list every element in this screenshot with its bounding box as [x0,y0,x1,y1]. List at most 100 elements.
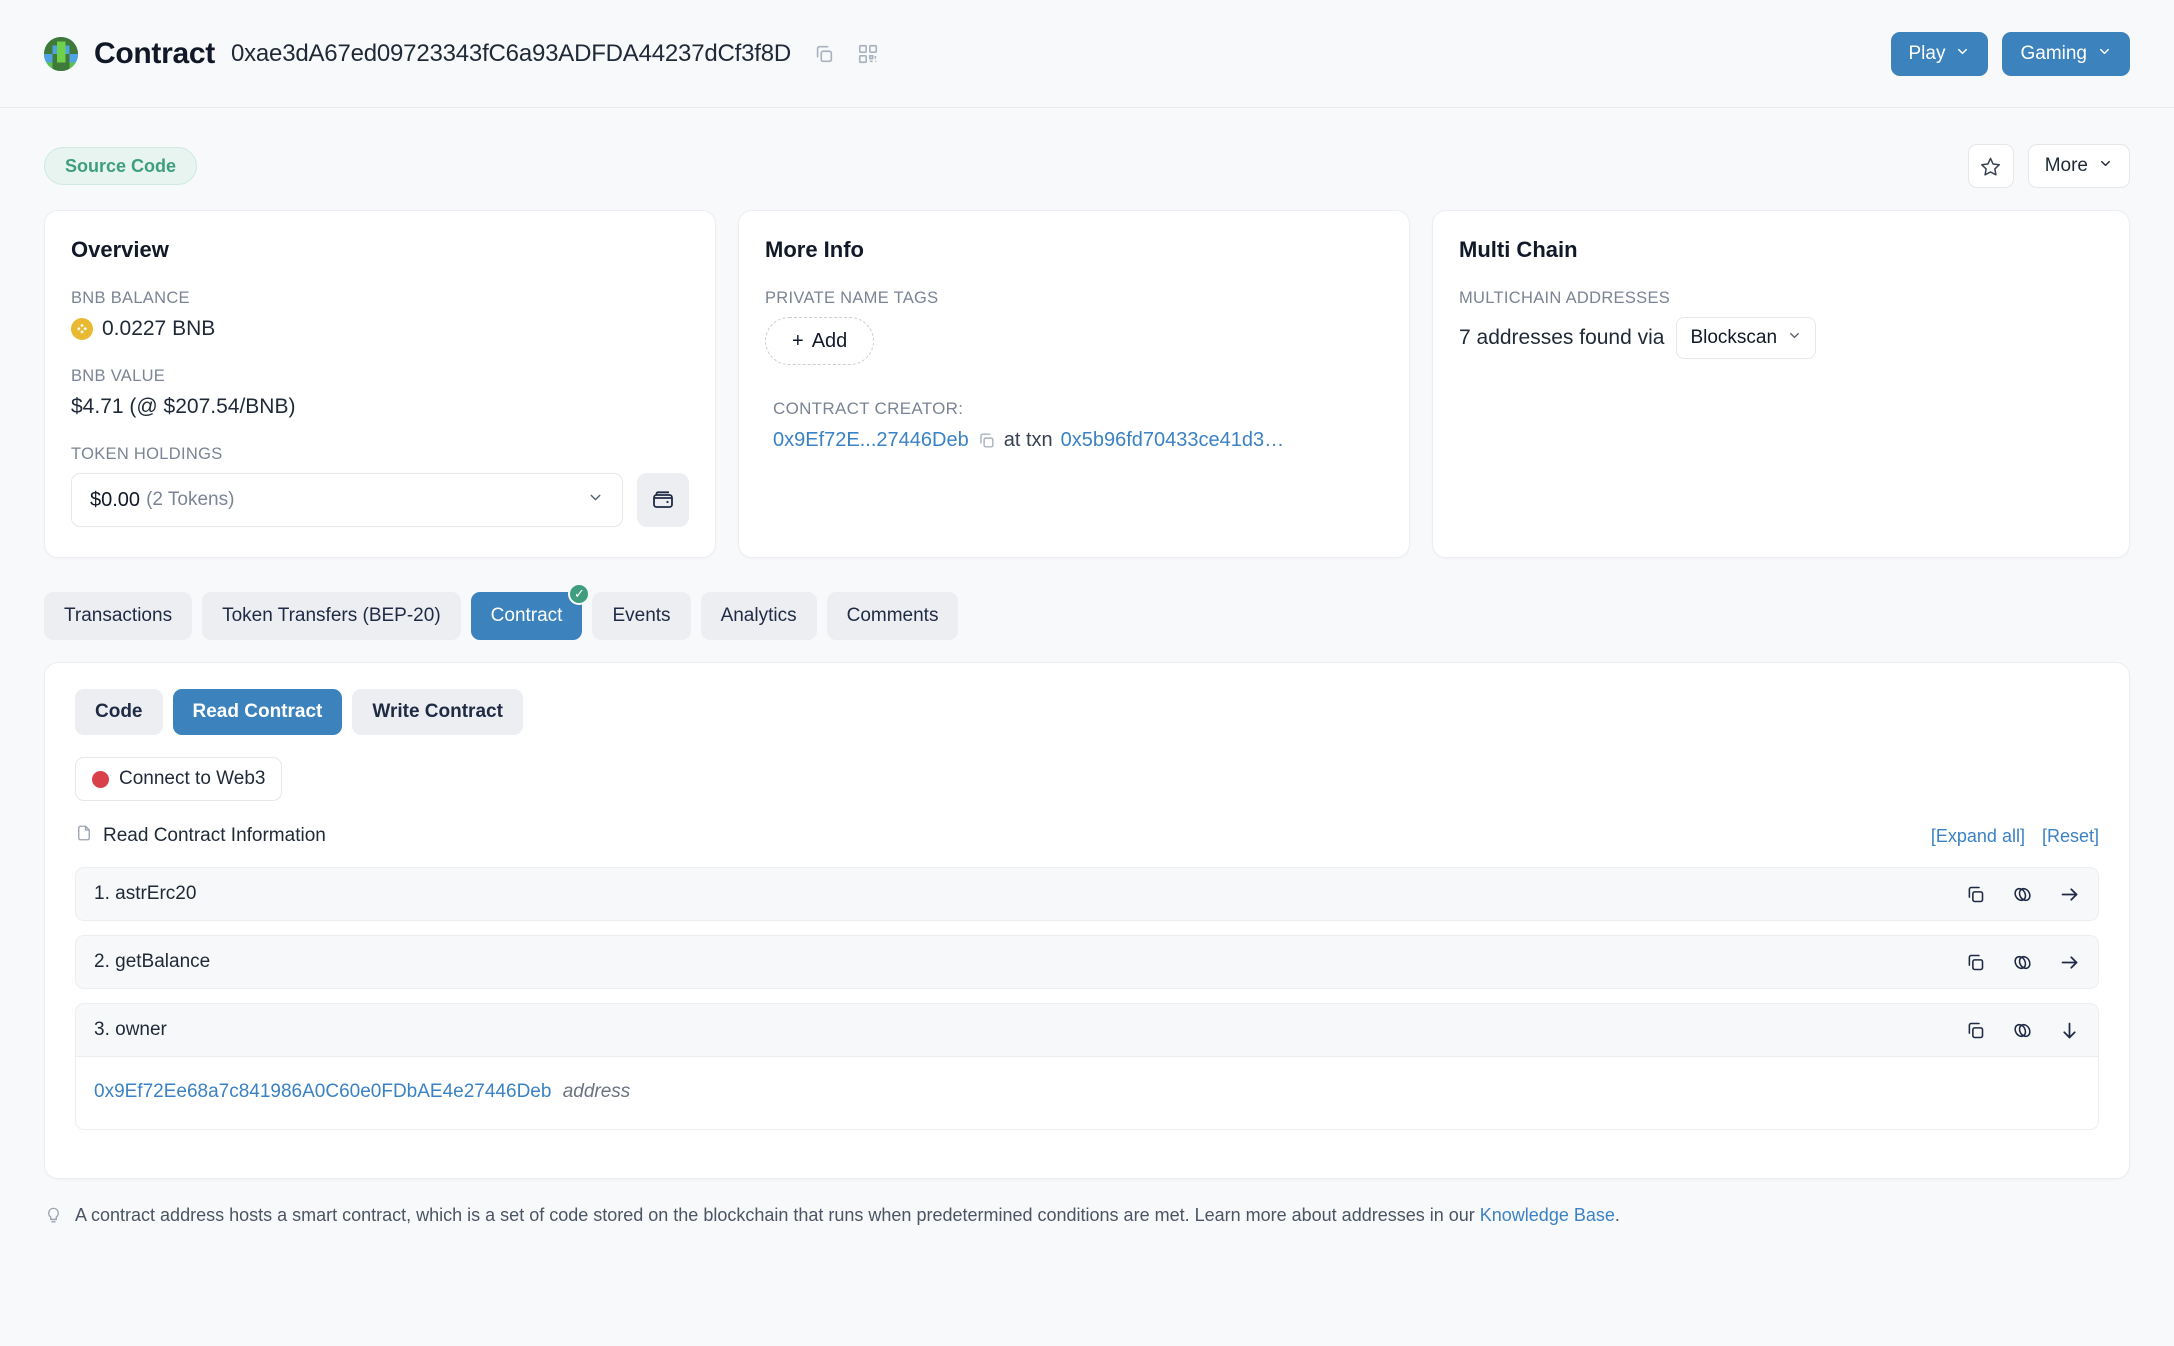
function-result-owner: 0x9Ef72Ee68a7c841986A0C60e0FDbAE4e27446D… [75,1057,2099,1130]
source-code-badge[interactable]: Source Code [44,147,198,185]
tab-analytics[interactable]: Analytics [700,592,817,640]
knowledge-base-link[interactable]: Knowledge Base [1480,1205,1615,1225]
read-contract-information-row: Read Contract Information [Expand all] [… [75,823,2099,849]
page-footer: A contract address hosts a smart contrac… [0,1179,2174,1226]
contract-creator-label: CONTRACT CREATOR: [773,399,964,418]
page-header: Contract 0xae3dA67ed09723343fC6a93ADFDA4… [0,0,2174,108]
contract-subtabs: Code Read Contract Write Contract [75,689,2099,735]
chevron-down-icon [2098,155,2113,177]
footer-text: A contract address hosts a smart contrac… [75,1205,1620,1226]
multi-chain-card: Multi Chain MULTICHAIN ADDRESSES 7 addre… [1432,210,2130,558]
bnb-value-value: $4.71 (@ $207.54/BNB) [71,395,296,418]
link-icon[interactable] [2012,884,2033,905]
provider-label: Blockscan [1690,327,1778,348]
connect-to-web3-label: Connect to Web3 [119,768,266,789]
plus-icon: + [792,329,804,352]
verified-check-icon: ✓ [568,583,591,605]
gaming-button-label: Gaming [2020,42,2087,64]
contract-address: 0xae3dA67ed09723343fC6a93ADFDA44237dCf3f… [230,39,791,67]
owner-address-link[interactable]: 0x9Ef72Ee68a7c841986A0C60e0FDbAE4e27446D… [94,1081,551,1102]
function-name: 1. astrErc20 [94,883,197,904]
link-icon[interactable] [2012,1020,2033,1041]
more-info-title: More Info [765,237,864,262]
tab-token-transfers[interactable]: Token Transfers (BEP-20) [202,592,461,640]
footer-description: A contract address hosts a smart contrac… [75,1205,1480,1225]
arrow-right-icon[interactable] [2059,884,2080,905]
function-header-getbalance[interactable]: 2. getBalance [75,935,2099,989]
owner-result-type: address [562,1081,631,1102]
add-button-label: Add [811,329,848,352]
play-button[interactable]: Play [1890,31,1989,76]
bnb-value-label: BNB VALUE [71,367,166,385]
copy-icon[interactable] [1965,884,1986,905]
overview-title: Overview [71,237,169,262]
function-name: 2. getBalance [94,951,211,972]
token-holdings-row: $0.00 (2 Tokens) [71,473,689,527]
read-contract-information-label-group: Read Contract Information [75,823,326,849]
multichain-addresses-label: MULTICHAIN ADDRESSES [1459,289,1671,307]
bnb-balance-value-row: 0.0227 BNB [71,317,689,341]
lightbulb-icon [44,1206,63,1225]
token-holdings-value: $0.00 [90,488,141,511]
subtab-read-contract[interactable]: Read Contract [172,689,343,735]
token-holdings-label: TOKEN HOLDINGS [71,445,223,463]
gaming-button[interactable]: Gaming [2002,31,2130,76]
copy-icon[interactable] [1965,952,1986,973]
expand-all-link[interactable]: [Expand all] [1931,826,2025,846]
more-button-label: More [2044,155,2088,176]
blockscan-provider-select[interactable]: Blockscan [1676,317,1817,359]
bnb-balance-value: 0.0227 BNB [102,317,216,340]
read-contract-information-label: Read Contract Information [103,825,326,846]
contract-identicon [44,36,78,71]
arrow-right-icon[interactable] [2059,952,2080,973]
multichain-found-row: 7 addresses found via Blockscan [1459,317,2103,359]
add-private-name-tag-button[interactable]: + Add [765,317,875,365]
tab-contract-label: Contract [490,605,563,626]
token-holdings-count: (2 Tokens) [146,489,235,510]
creator-address-link[interactable]: 0x9Ef72E...27446Deb [773,429,969,452]
tab-comments[interactable]: Comments [826,592,959,640]
qr-code-icon[interactable] [857,43,879,65]
copy-icon[interactable] [813,43,835,65]
bnb-balance-label: BNB BALANCE [71,289,190,307]
reset-link[interactable]: [Reset] [2042,826,2099,846]
copy-icon[interactable] [1965,1020,1986,1041]
status-dot-icon [92,770,109,788]
function-header-astrerc20[interactable]: 1. astrErc20 [75,867,2099,921]
creation-txn-link[interactable]: 0x5b96fd70433ce41d3… [1061,429,1285,452]
tab-transactions[interactable]: Transactions [44,592,193,640]
multi-chain-title: Multi Chain [1459,237,1578,262]
link-icon[interactable] [2012,952,2033,973]
copy-icon[interactable] [977,431,996,450]
summary-cards: Overview BNB BALANCE 0.0227 BNB BNB VALU… [0,188,2174,558]
tab-contract[interactable]: Contract ✓ [470,583,591,640]
tab-events[interactable]: Events [592,592,691,640]
overview-card: Overview BNB BALANCE 0.0227 BNB BNB VALU… [44,210,716,558]
function-icons [1965,1020,2080,1041]
play-button-label: Play [1908,42,1946,64]
footer-period: . [1614,1205,1620,1225]
bnb-coin-icon [71,318,93,340]
function-header-owner[interactable]: 3. owner [75,1003,2099,1057]
token-holdings-select[interactable]: $0.00 (2 Tokens) [71,473,623,527]
subtab-write-contract[interactable]: Write Contract [352,689,523,735]
arrow-down-icon[interactable] [2059,1020,2080,1041]
badge-row: Source Code More [0,108,2174,188]
page-title: Contract [94,36,215,70]
chevron-down-icon [1955,43,1970,65]
more-button[interactable]: More [2027,144,2130,188]
function-icons [1965,884,2080,905]
rci-links: [Expand all] [Reset] [1919,826,2099,847]
chevron-down-icon [1787,327,1802,349]
contract-function-row: 3. owner 0x9Ef72Ee68a7c841986A0C60e0FDbA… [75,1003,2099,1130]
multichain-found-text: 7 addresses found via [1459,326,1665,349]
more-info-card: More Info PRIVATE NAME TAGS + Add CONTRA… [738,210,1410,558]
wallet-icon[interactable] [637,473,689,527]
contract-function-row: 1. astrErc20 [75,867,2099,921]
main-tabs: Transactions Token Transfers (BEP-20) Co… [0,558,2174,640]
chevron-down-icon [2097,43,2112,65]
connect-to-web3-button[interactable]: Connect to Web3 [75,757,283,801]
star-icon[interactable] [1967,144,2014,188]
subtab-code[interactable]: Code [75,689,163,735]
function-name: 3. owner [94,1019,167,1040]
